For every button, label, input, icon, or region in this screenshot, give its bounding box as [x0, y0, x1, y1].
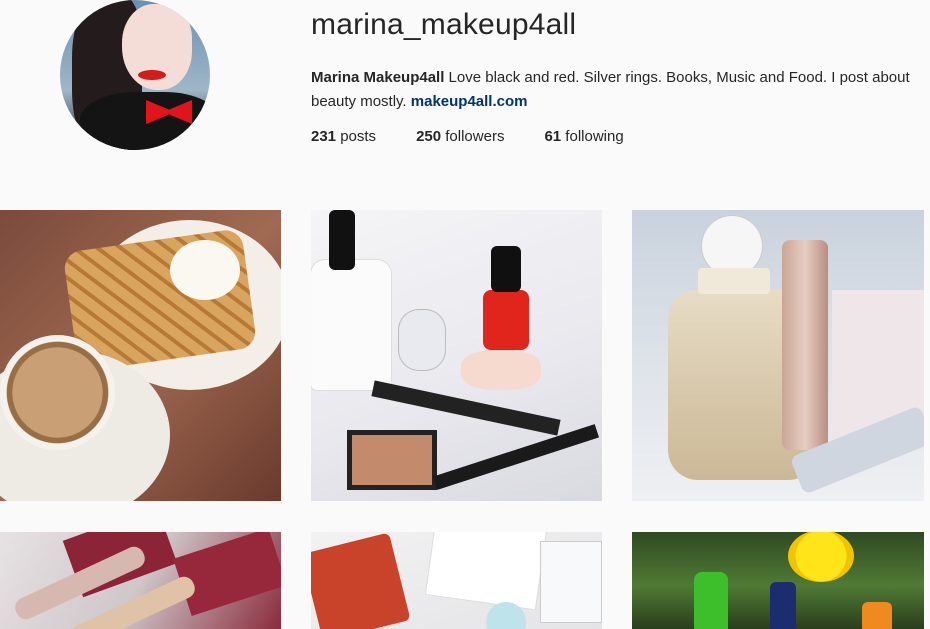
ice-cream-shape — [170, 240, 240, 300]
post-thumbnail-makeup-products[interactable] — [311, 210, 602, 501]
orange-bottle-shape — [862, 602, 892, 629]
following-count-label: following — [561, 128, 624, 145]
profile-website-link[interactable]: makeup4all.com — [411, 93, 528, 110]
dandelion-shape — [788, 532, 854, 582]
jar-shape — [461, 350, 541, 390]
lotion-bottle-shape — [311, 260, 391, 390]
profile-display-name: Marina Makeup4all — [311, 69, 445, 86]
avatar-lips — [138, 70, 166, 80]
posts-count-label: posts — [336, 128, 377, 145]
nail-polish-shape — [483, 290, 529, 350]
following-link[interactable]: 61 following — [544, 128, 623, 145]
post-thumbnail-balenciaga-perfume[interactable] — [632, 210, 924, 501]
nail-polish-cap-shape — [491, 246, 521, 292]
post-thumbnail-bottles-in-grass[interactable] — [632, 532, 924, 629]
serum-bottle-shape — [399, 310, 445, 370]
profile-avatar[interactable] — [60, 0, 210, 150]
profile-username: marina_makeup4all — [311, 8, 577, 41]
pencil-shape — [371, 380, 561, 436]
following-count-number: 61 — [544, 128, 562, 145]
pouch-shape — [311, 532, 411, 629]
serum-tube-shape — [782, 240, 828, 450]
posts-count: 231 posts — [311, 128, 376, 145]
pump-cap-shape — [329, 210, 355, 270]
compact-shape — [347, 430, 437, 490]
blue-bottle-shape — [770, 582, 796, 629]
profile-stats: 231 posts 250 followers 61 following — [311, 128, 664, 145]
post-thumbnail-waffles-and-coffee[interactable] — [0, 210, 281, 501]
posts-count-number: 231 — [311, 128, 337, 145]
eyeliner-shape — [432, 424, 600, 490]
perfume-label-shape — [698, 268, 770, 294]
post-thumbnail-skincare-samples[interactable] — [311, 532, 602, 629]
sample-card-shape — [425, 532, 547, 610]
profile-bio: Marina Makeup4all Love black and red. Si… — [311, 66, 926, 114]
box-shape — [173, 532, 281, 616]
post-thumbnail-lip-glosses[interactable] — [0, 532, 281, 629]
perfume-cap-shape — [702, 216, 762, 276]
sample-sachet-shape — [541, 542, 601, 622]
followers-link[interactable]: 250 followers — [416, 128, 504, 145]
green-bottle-shape — [694, 572, 728, 629]
followers-count-number: 250 — [416, 128, 442, 145]
coffee-cup-shape — [0, 335, 115, 450]
followers-count-label: followers — [441, 128, 505, 145]
